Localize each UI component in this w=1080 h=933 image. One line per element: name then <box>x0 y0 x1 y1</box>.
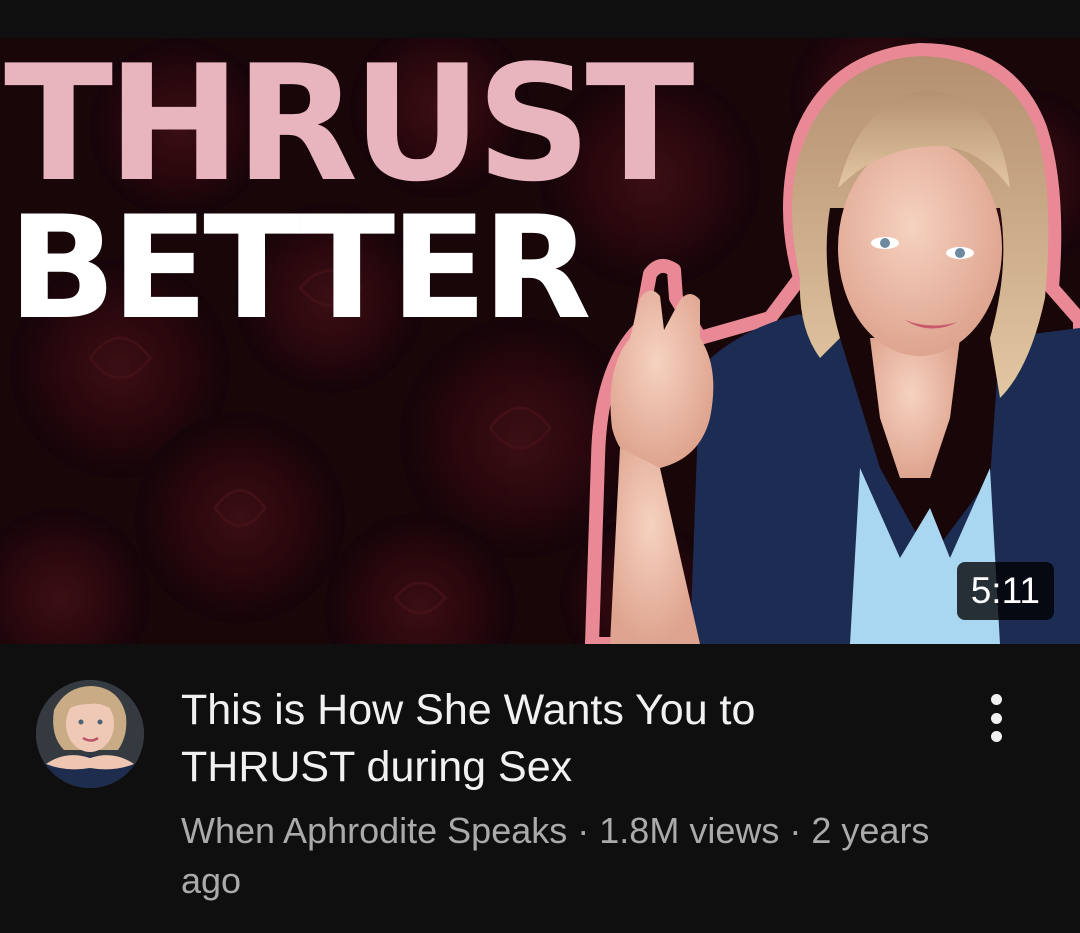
more-vert-icon[interactable] <box>970 688 1022 748</box>
separator: · <box>577 810 590 851</box>
duration-badge: 5:11 <box>956 562 1054 620</box>
thumbnail-headline-line2: BETTER <box>8 186 592 351</box>
video-title[interactable]: This is How She Wants You to THRUST duri… <box>181 682 881 796</box>
thumbnail-headline-line1: THRUST <box>4 38 695 217</box>
more-dot <box>990 731 1002 742</box>
view-count: 1.8M views <box>599 810 780 851</box>
separator: · <box>789 810 802 851</box>
more-dot <box>990 694 1002 705</box>
more-dot <box>990 712 1002 724</box>
top-strip <box>0 0 1080 38</box>
channel-name[interactable]: When Aphrodite Speaks <box>181 810 567 851</box>
video-subtitle: When Aphrodite Speaks · 1.8M views · 2 y… <box>181 806 941 906</box>
video-metadata: This is How She Wants You to THRUST duri… <box>0 644 1080 933</box>
avatar-image <box>36 680 144 788</box>
video-thumbnail[interactable]: THRUST BETTER 5:11 <box>0 38 1080 644</box>
channel-avatar[interactable] <box>36 680 144 788</box>
